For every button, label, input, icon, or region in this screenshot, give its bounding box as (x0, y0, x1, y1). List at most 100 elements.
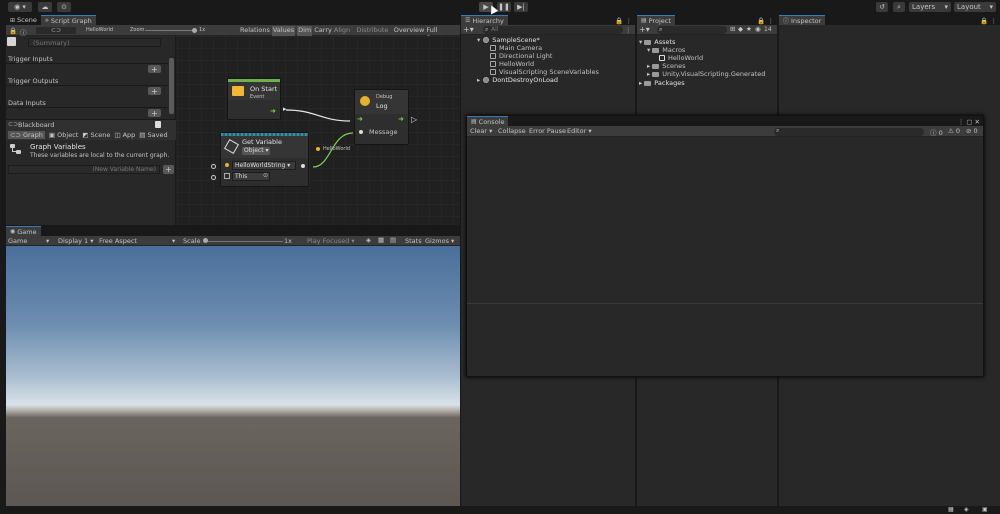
flow-output-arrow-icon[interactable]: ▷ (411, 115, 417, 124)
step-button[interactable]: ▶| (514, 2, 528, 12)
mute-audio-icon[interactable]: ◈ (366, 236, 371, 244)
value-output-port-icon[interactable] (301, 164, 305, 168)
blackboard-pin-icon[interactable] (155, 121, 161, 128)
layout-icon[interactable]: ▤ (390, 236, 396, 244)
scale-slider-handle[interactable] (203, 238, 208, 243)
variable-name-field[interactable]: HelloWorldString ▾ (232, 161, 296, 170)
filter-type-icon[interactable]: ⊞ (730, 25, 735, 33)
add-variable-button[interactable]: + (163, 165, 174, 174)
panel-lock-menu-icon[interactable]: 🔒 ⋮ (980, 17, 1000, 25)
display-dropdown[interactable]: Display 1 ▾ (58, 237, 94, 245)
add-data-input-button[interactable]: + (148, 109, 161, 118)
flow-output-port-icon[interactable]: ➜ (398, 115, 404, 123)
aspect-chevron-icon[interactable]: ▾ (172, 237, 175, 245)
collapse-button[interactable]: Collapse (498, 127, 526, 135)
aspect-dropdown[interactable]: Free Aspect (99, 237, 137, 245)
helloworld-asset[interactable]: HelloWorld (659, 54, 703, 62)
name-input-port-icon[interactable] (211, 164, 216, 169)
add-trigger-input-button[interactable]: + (148, 65, 161, 74)
scale-slider[interactable] (205, 241, 283, 242)
game-viewport[interactable] (6, 246, 460, 506)
assets-folder[interactable]: ▾ Assets (639, 38, 675, 46)
flow-input-port-icon[interactable]: ➜ (357, 115, 363, 123)
create-asset-button[interactable]: +▾ (639, 25, 650, 34)
filter-label-icon[interactable]: ◆ (738, 25, 743, 33)
tab-console[interactable]: ▤ Console (467, 116, 509, 126)
message-port-icon[interactable] (359, 130, 363, 134)
clear-button[interactable]: Clear ▾ (470, 127, 492, 135)
tab-inspector[interactable]: ⓘ Inspector (779, 15, 826, 25)
cache-icon[interactable]: ▣ (982, 506, 988, 513)
tab-script-graph[interactable]: ⟡ Script Graph (40, 15, 96, 25)
shortcuts-icon[interactable]: ▦ (378, 236, 384, 244)
macros-folder[interactable]: ▾ Macros (647, 46, 685, 54)
history-icon[interactable]: ↺ (876, 2, 888, 12)
search-icon[interactable]: ⌕ (893, 2, 905, 12)
tab-hierarchy[interactable]: ☰ Hierarchy (461, 15, 508, 25)
zoom-slider-handle[interactable] (192, 28, 197, 33)
target-picker-icon[interactable]: ⊙ (263, 172, 268, 179)
tab-project[interactable]: ▤ Project (637, 15, 675, 25)
layers-dropdown[interactable]: Layers ▾ (909, 2, 951, 12)
packages-folder[interactable]: ▸ Packages (639, 79, 685, 87)
zoom-slider[interactable] (145, 30, 197, 31)
account-button[interactable]: ◉ ▾ (8, 2, 32, 12)
tab-scene[interactable]: ⊞ Scene (6, 15, 41, 25)
error-pause-button[interactable]: Error Pause (529, 127, 566, 135)
summary-field[interactable]: (Summary) (28, 38, 161, 47)
play-focused-dropdown[interactable]: Play Focused ▾ (307, 237, 355, 245)
lock-icon[interactable]: 🔒 (9, 27, 17, 35)
editor-dropdown[interactable]: Editor ▾ (567, 127, 592, 135)
tab-graph[interactable]: ⊂⊃ Graph (8, 130, 45, 139)
tab-game[interactable]: ◉ Game (6, 226, 41, 236)
debug-log-node[interactable]: Debug Log ➜ ➜ Message (354, 89, 409, 145)
dont-destroy-row[interactable]: ▸ DontDestroyOnLoad (477, 76, 558, 84)
tab-saved[interactable]: ▤ Saved (139, 131, 167, 139)
tab-scene-vars[interactable]: ◩ Scene (82, 131, 110, 139)
scene-row[interactable]: ▾ SampleScene* (477, 36, 540, 44)
game-mode-dropdown[interactable]: Game (8, 237, 27, 245)
game-mode-chevron-icon[interactable]: ▾ (46, 237, 49, 245)
link-icon[interactable]: ⊂⊃ (36, 27, 76, 34)
tab-app[interactable]: ◫ App (114, 131, 135, 139)
graph-canvas[interactable] (177, 36, 460, 225)
variable-kind-dropdown[interactable]: Object ▾ (242, 147, 271, 155)
log-toggle[interactable]: ⓘ 0 (930, 127, 943, 137)
on-start-node[interactable]: On Start Event ➜ (227, 78, 281, 120)
list-item[interactable]: HelloWorld (490, 60, 534, 68)
flow-output-port-icon[interactable]: ➜ (270, 107, 276, 115)
inspector-scrollbar[interactable] (169, 58, 174, 114)
project-search-input[interactable] (657, 26, 727, 34)
stats-button[interactable]: Stats (405, 237, 422, 245)
cloud-icon[interactable]: ☁ (38, 2, 52, 12)
create-button[interactable]: +▾ (463, 25, 474, 34)
new-variable-field[interactable]: (New Variable Name) (8, 165, 160, 174)
generated-folder[interactable]: ▸ Unity.VisualScripting.Generated (647, 70, 765, 78)
progress-icon[interactable]: ◈ (964, 506, 969, 513)
panel-lock-menu-icon[interactable]: 🔒 ⋮ (757, 17, 777, 25)
error-toggle[interactable]: ⊘ 0 (966, 127, 978, 135)
list-item[interactable]: Main Camera (490, 44, 542, 52)
list-item[interactable]: VisualScripting SceneVariables (490, 68, 599, 76)
console-log-list[interactable] (467, 137, 983, 303)
gizmos-button[interactable]: Gizmos ▾ (425, 237, 454, 245)
list-item[interactable]: Directional Light (490, 52, 552, 60)
scenes-folder[interactable]: ▸ Scenes (647, 62, 685, 70)
hierarchy-search-input[interactable]: All (483, 26, 623, 34)
panel-lock-menu-icon[interactable]: 🔒 ⋮ (615, 17, 635, 25)
target-input-port-icon[interactable] (211, 175, 216, 180)
warning-toggle[interactable]: ⚠ 0 (948, 127, 960, 135)
tab-object[interactable]: ▣ Object (49, 131, 78, 139)
hierarchy-menu-icon[interactable]: ⋮ (625, 26, 632, 34)
layout-dropdown[interactable]: Layout ▾ (954, 2, 996, 12)
debug-mode-icon[interactable]: ▦ (948, 506, 954, 513)
console-detail-area[interactable] (467, 304, 983, 376)
collab-icon[interactable]: ⊙ (57, 2, 71, 12)
hidden-packages-icon[interactable]: ◉ (755, 25, 761, 33)
console-search-input[interactable] (774, 128, 924, 136)
add-trigger-output-button[interactable]: + (148, 87, 161, 96)
favorite-icon[interactable]: ★ (746, 25, 752, 33)
pause-button[interactable]: ❚❚ (497, 2, 511, 12)
window-controls-icon[interactable]: ⋮ ▢ ✕ (958, 118, 983, 126)
get-variable-node[interactable]: Get Variable Object ▾ HelloWorldString ▾… (220, 132, 309, 187)
